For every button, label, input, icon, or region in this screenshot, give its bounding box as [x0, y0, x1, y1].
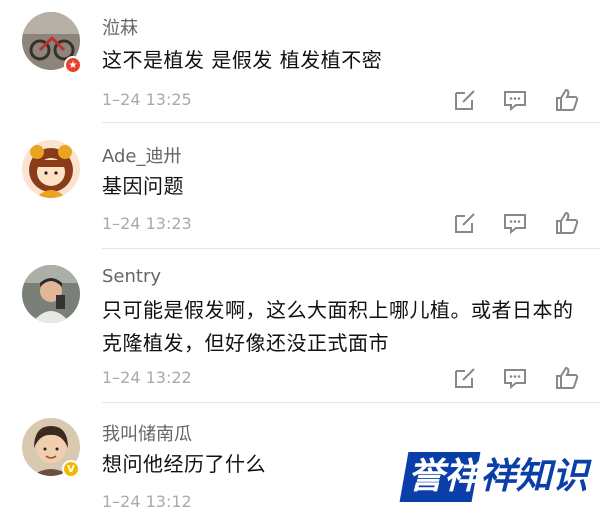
comment-actions: [450, 365, 580, 391]
edit-icon[interactable]: [452, 87, 478, 113]
logo-char-1: 誉: [408, 456, 445, 497]
comment-actions: [450, 87, 580, 113]
comment-actions: [450, 210, 580, 236]
edit-icon[interactable]: [452, 210, 478, 236]
verified-badge-icon: V: [62, 460, 80, 478]
comment-username[interactable]: 我叫储南瓜: [102, 420, 192, 446]
divider: [102, 122, 600, 123]
avatar[interactable]: [22, 140, 80, 198]
avatar-image: [22, 265, 80, 323]
vip-badge-icon: ★: [64, 56, 82, 74]
comment-text: 只可能是假发啊，这么大面积上哪儿植。或者日本的克隆植发，但好像还没正式面市: [102, 298, 574, 355]
comment-time: 1–24 13:22: [102, 368, 192, 387]
watermark-logo: 誉 祥 祥知识: [399, 448, 588, 506]
comment-username[interactable]: Ade_迪卅: [102, 142, 182, 168]
logo-text: 祥知识: [480, 456, 589, 497]
comment-time: 1–24 13:23: [102, 214, 192, 233]
divider: [102, 402, 600, 403]
logo-char-2: 祥: [444, 456, 481, 497]
comment-time: 1–24 13:25: [102, 90, 192, 109]
like-icon[interactable]: [554, 365, 580, 391]
comment-icon[interactable]: [502, 87, 528, 113]
avatar-image: [22, 140, 80, 198]
comment-username[interactable]: 涖菻: [102, 14, 138, 40]
comment-text: 基因问题: [102, 174, 184, 198]
comment-icon[interactable]: [502, 210, 528, 236]
comment-icon[interactable]: [502, 365, 528, 391]
divider: [102, 248, 600, 249]
avatar[interactable]: [22, 265, 80, 323]
edit-icon[interactable]: [452, 365, 478, 391]
like-icon[interactable]: [554, 87, 580, 113]
comment-text: 这不是植发 是假发 植发植不密: [102, 48, 383, 72]
like-icon[interactable]: [554, 210, 580, 236]
comment-username[interactable]: Sentry: [102, 266, 161, 287]
comment-time: 1–24 13:12: [102, 492, 192, 511]
